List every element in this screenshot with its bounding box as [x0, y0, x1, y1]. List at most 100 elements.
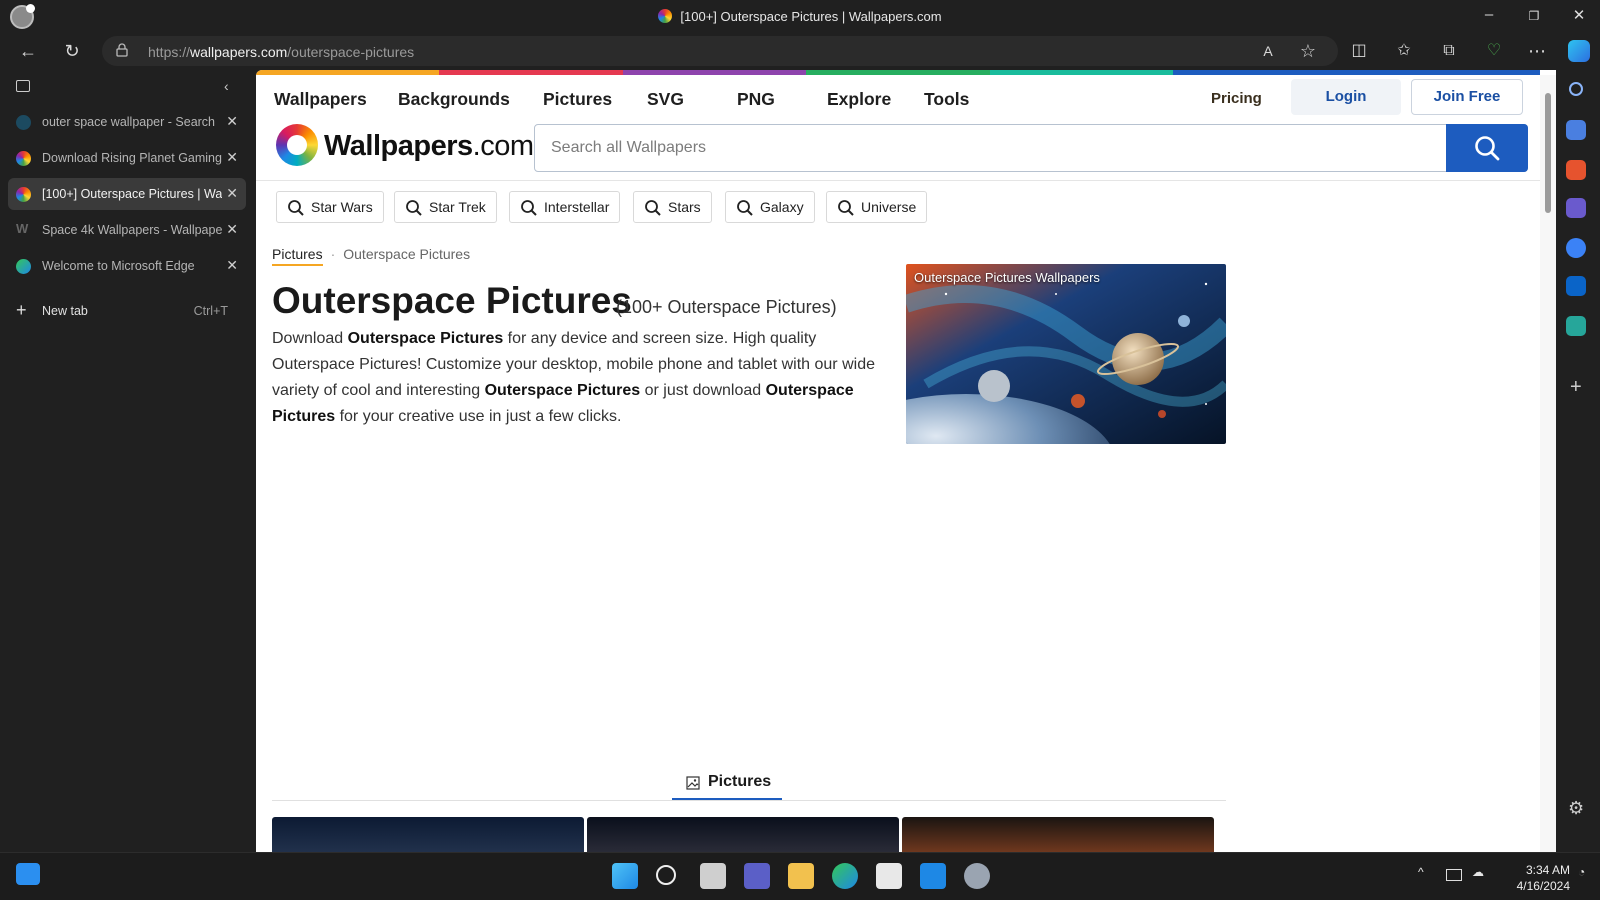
chip-label: Universe	[861, 199, 917, 215]
split-screen-icon[interactable]: ◫	[1347, 39, 1371, 63]
site-nav: Wallpapers Backgrounds Pictures SVG PNG …	[256, 75, 1540, 123]
close-tab-icon[interactable]: ✕	[226, 113, 238, 130]
sidebar-settings-icon[interactable]: ⚙	[1568, 798, 1584, 819]
tab-pictures-label: Pictures	[708, 773, 772, 790]
tab-item-outerspace[interactable]: [100+] Outerspace Pictures | Wallpapers.…	[8, 178, 246, 210]
add-sidebar-app-icon[interactable]: +	[1570, 376, 1582, 399]
close-window-icon[interactable]: ✕	[1564, 6, 1594, 24]
breadcrumb-separator: ·	[330, 246, 336, 262]
tab-item-edge-welcome[interactable]: Welcome to Microsoft Edge ✕	[8, 250, 246, 282]
restore-icon[interactable]: ❐	[1519, 9, 1549, 23]
window-title: [100+] Outerspace Pictures | Wallpapers.…	[0, 9, 1600, 24]
tab-item-search[interactable]: outer space wallpaper - Search ✕	[8, 106, 246, 138]
chip-universe[interactable]: Universe	[826, 191, 928, 223]
drop-icon[interactable]	[1566, 316, 1586, 336]
search-button[interactable]	[1446, 124, 1528, 172]
favorite-star-icon[interactable]: ☆	[1296, 39, 1320, 63]
space-planets-illustration	[906, 264, 1226, 444]
search-icon	[1475, 136, 1500, 161]
close-tab-icon[interactable]: ✕	[226, 257, 238, 274]
picture-thumbnail[interactable]	[587, 817, 899, 852]
widgets-icon[interactable]	[16, 863, 40, 885]
notifications-icon[interactable]: ◔	[1578, 865, 1585, 879]
outlook-icon[interactable]	[1566, 276, 1586, 296]
teams-icon[interactable]	[744, 863, 770, 889]
bing-icon	[16, 115, 31, 130]
chevron-up-icon[interactable]: ^	[1418, 865, 1424, 879]
favorites-icon[interactable]: ✩	[1392, 39, 1416, 63]
refresh-icon[interactable]: ↻	[60, 39, 84, 63]
hero-image[interactable]: Outerspace Pictures Wallpapers	[906, 264, 1226, 444]
chip-star-wars[interactable]: Star Wars	[276, 191, 384, 223]
display-icon[interactable]	[1446, 869, 1462, 881]
microsoft365-icon[interactable]	[1566, 238, 1586, 258]
tab-label: outer space wallpaper - Search	[42, 115, 216, 129]
more-options-icon[interactable]: ⋯	[1525, 39, 1549, 63]
breadcrumb-current: Outerspace Pictures	[343, 246, 471, 262]
search-icon[interactable]	[1569, 82, 1583, 96]
nav-pictures[interactable]: Pictures	[543, 89, 612, 110]
back-icon[interactable]: ←	[16, 39, 40, 63]
pricing-link[interactable]: Pricing	[1211, 90, 1262, 107]
plus-icon: +	[16, 300, 27, 320]
search-icon	[645, 200, 661, 216]
picture-thumbnail[interactable]	[902, 817, 1214, 852]
collections-icon[interactable]: ⧉	[1437, 39, 1461, 63]
page-title: Outerspace Pictures	[272, 280, 632, 321]
search-input[interactable]	[535, 125, 1421, 171]
close-tab-icon[interactable]: ✕	[226, 221, 238, 238]
edge-icon[interactable]	[832, 863, 858, 889]
file-explorer-icon[interactable]	[788, 863, 814, 889]
url-text: https://wallpapers.com/outerspace-pictur…	[148, 44, 414, 60]
tools-icon[interactable]	[1566, 160, 1586, 180]
tab-item-space-4k[interactable]: W Space 4k Wallpapers - Wallpaper ✕	[8, 214, 246, 246]
breadcrumb-pictures[interactable]: Pictures	[272, 246, 323, 266]
nav-explore[interactable]: Explore	[827, 89, 891, 110]
read-aloud-icon[interactable]: A	[1256, 39, 1280, 63]
chip-galaxy[interactable]: Galaxy	[725, 191, 815, 223]
url-path: /outerspace-pictures	[287, 44, 415, 60]
close-tab-icon[interactable]: ✕	[226, 149, 238, 166]
games-icon[interactable]	[1566, 198, 1586, 218]
chip-star-trek[interactable]: Star Trek	[394, 191, 497, 223]
nav-svg[interactable]: SVG	[647, 89, 684, 110]
store-icon[interactable]	[876, 863, 902, 889]
chip-stars[interactable]: Stars	[633, 191, 712, 223]
new-tab-button[interactable]: + New tab Ctrl+T	[8, 296, 246, 326]
network-icon[interactable]: ☁	[1472, 865, 1484, 879]
photos-icon[interactable]	[920, 863, 946, 889]
tab-pictures[interactable]: Pictures	[672, 772, 782, 800]
close-tab-icon[interactable]: ✕	[226, 185, 238, 202]
clock[interactable]: 3:34 AM 4/16/2024	[1500, 862, 1570, 894]
clock-time: 3:34 AM	[1525, 863, 1570, 877]
tab-item-rising-planet[interactable]: Download Rising Planet Gaming ✕	[8, 142, 246, 174]
minimize-icon[interactable]: –	[1474, 6, 1504, 23]
tab-actions-icon[interactable]	[16, 80, 30, 92]
collapse-pane-icon[interactable]: ‹	[224, 78, 229, 94]
tab-label: [100+] Outerspace Pictures | Wallpapers.…	[42, 187, 222, 201]
nav-png[interactable]: PNG	[737, 89, 775, 110]
join-free-button[interactable]: Join Free	[1411, 79, 1523, 115]
task-view-icon[interactable]	[700, 863, 726, 889]
url-prefix: https://	[148, 44, 191, 60]
url-field[interactable]: https://wallpapers.com/outerspace-pictur…	[102, 36, 1338, 66]
shopping-icon[interactable]	[1566, 120, 1586, 140]
chip-label: Galaxy	[760, 199, 804, 215]
login-button[interactable]: Login	[1291, 79, 1401, 115]
tab-label: Space 4k Wallpapers - Wallpaper	[42, 223, 222, 237]
nav-tools[interactable]: Tools	[924, 89, 969, 110]
page-scrollbar[interactable]	[1540, 75, 1556, 852]
chip-interstellar[interactable]: Interstellar	[509, 191, 621, 223]
search-icon	[521, 200, 537, 216]
settings-icon[interactable]	[964, 863, 990, 889]
browser-essentials-icon[interactable]: ♡	[1482, 39, 1506, 63]
scrollbar-thumb[interactable]	[1545, 93, 1551, 213]
search-icon	[737, 200, 753, 216]
tab-label: Welcome to Microsoft Edge	[42, 259, 195, 273]
picture-thumbnail[interactable]	[272, 817, 584, 852]
search-icon[interactable]	[656, 865, 676, 885]
nav-backgrounds[interactable]: Backgrounds	[398, 89, 510, 110]
nav-wallpapers[interactable]: Wallpapers	[274, 89, 367, 110]
copilot-icon[interactable]	[1568, 40, 1590, 62]
start-icon[interactable]	[612, 863, 638, 889]
